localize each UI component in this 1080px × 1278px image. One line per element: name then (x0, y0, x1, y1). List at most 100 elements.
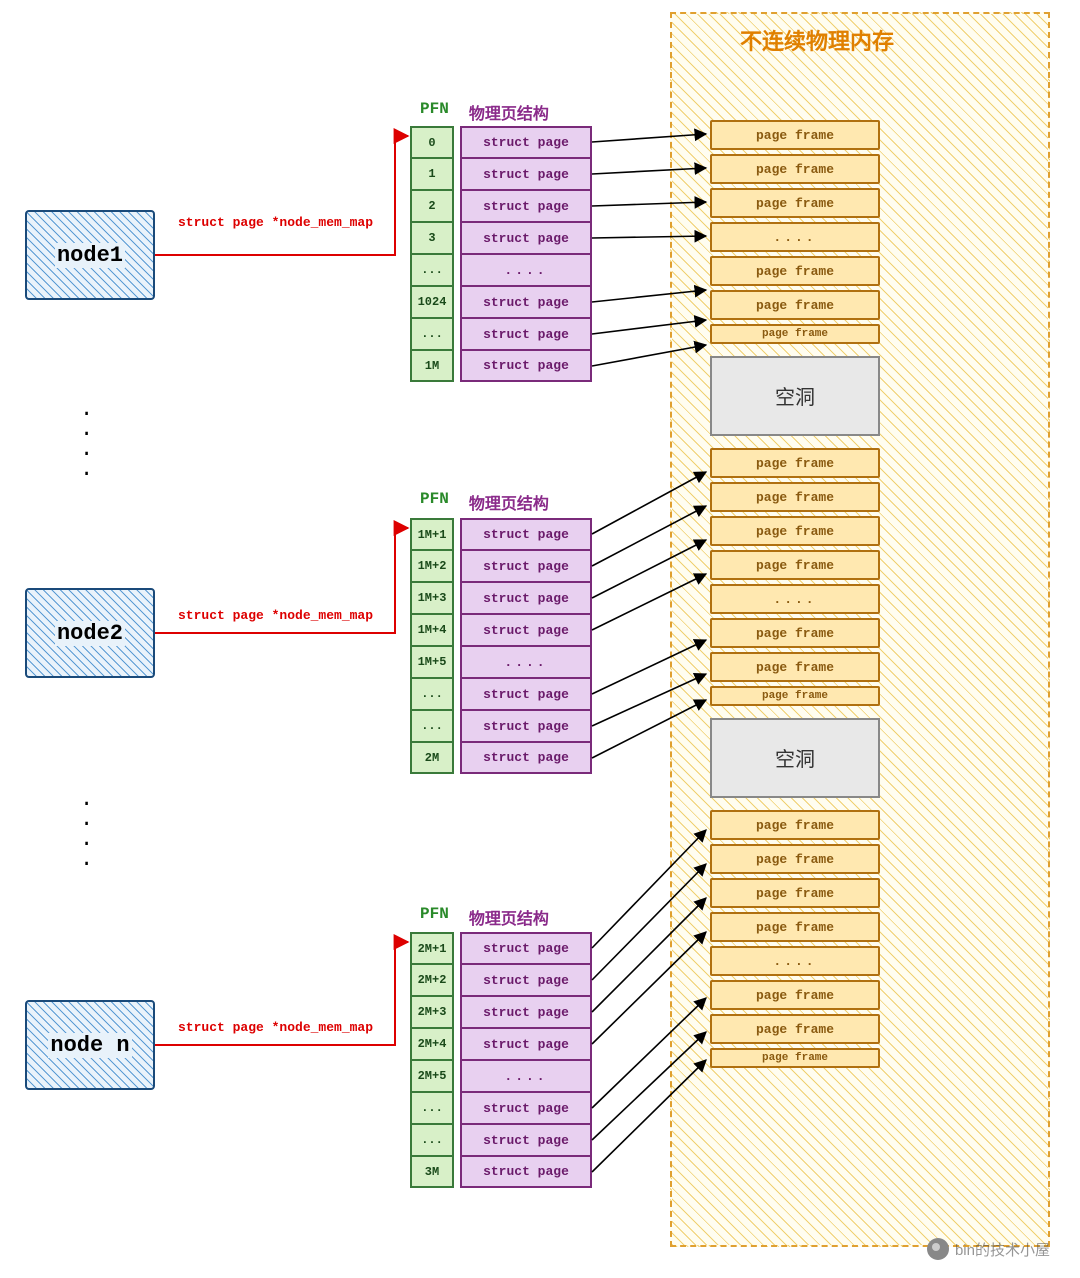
table-row: 1M+2struct page (410, 550, 592, 582)
struct-page-cell: struct page (460, 1092, 592, 1124)
table-row: 1M+1struct page (410, 518, 592, 550)
page-frame: page frame (710, 550, 880, 580)
node-label-1: node1 (55, 243, 125, 268)
struct-page-cell: struct page (460, 932, 592, 964)
struct-page-cell: .... (460, 254, 592, 286)
pfn-cell: 1 (410, 158, 454, 190)
table-row: 2Mstruct page (410, 742, 592, 774)
col-header-1: PFN 物理页结构 (420, 100, 549, 124)
pfn-header-2: PFN (420, 490, 449, 514)
table-row: 3struct page (410, 222, 592, 254)
table-row: 2struct page (410, 190, 592, 222)
pfn-cell: 1M+5 (410, 646, 454, 678)
pfn-cell: ... (410, 1092, 454, 1124)
struct-page-cell: struct page (460, 1124, 592, 1156)
phys-mem-column: page frame page frame page frame.... page f… (710, 120, 880, 1068)
page-frame: page frame (710, 290, 880, 320)
struct-page-cell: struct page (460, 350, 592, 382)
phys-header-3: 物理页结构 (469, 905, 549, 929)
struct-page-table-1: 0struct page1struct page2struct page3str… (410, 126, 592, 382)
table-row: ...struct page (410, 318, 592, 350)
pfn-cell: 2M+4 (410, 1028, 454, 1060)
memory-hole: 空洞 (710, 718, 880, 798)
table-row: 0struct page (410, 126, 592, 158)
page-frame: page frame (710, 652, 880, 682)
table-row: ...struct page (410, 1124, 592, 1156)
page-frame: page frame (710, 686, 880, 706)
table-row: 1M+5.... (410, 646, 592, 678)
table-row: 2M+5.... (410, 1060, 592, 1092)
table-row: 1Mstruct page (410, 350, 592, 382)
page-frame: page frame (710, 482, 880, 512)
page-frame: page frame (710, 912, 880, 942)
pfn-cell: 2M+5 (410, 1060, 454, 1092)
table-row: ...struct page (410, 710, 592, 742)
page-frame: page frame (710, 154, 880, 184)
ptr-label-2: struct page *node_mem_map (178, 608, 373, 623)
page-frame: page frame (710, 980, 880, 1010)
node-label-2: node2 (55, 621, 125, 646)
ptr-label-3: struct page *node_mem_map (178, 1020, 373, 1035)
pfn-header-3: PFN (420, 905, 449, 929)
struct-page-cell: struct page (460, 614, 592, 646)
pfn-cell: 2M+1 (410, 932, 454, 964)
table-row: 1024struct page (410, 286, 592, 318)
struct-page-cell: struct page (460, 1156, 592, 1188)
node-label-n: node n (48, 1033, 131, 1058)
struct-page-cell: struct page (460, 1028, 592, 1060)
page-frame: page frame (710, 188, 880, 218)
struct-page-cell: struct page (460, 742, 592, 774)
pfn-cell: ... (410, 1124, 454, 1156)
mem-title: 不连续物理内存 (740, 24, 894, 56)
page-frame: page frame (710, 1014, 880, 1044)
struct-page-cell: struct page (460, 222, 592, 254)
page-frame: page frame (710, 618, 880, 648)
struct-page-cell: struct page (460, 286, 592, 318)
page-frame: page frame (710, 878, 880, 908)
wechat-icon (927, 1238, 949, 1260)
struct-page-table-2: 1M+1struct page1M+2struct page1M+3struct… (410, 518, 592, 774)
watermark: bin的技术小屋 (927, 1238, 1050, 1260)
page-frame: .... (710, 946, 880, 976)
pfn-cell: 2M+2 (410, 964, 454, 996)
phys-header-1: 物理页结构 (469, 100, 549, 124)
struct-page-cell: struct page (460, 126, 592, 158)
struct-page-cell: struct page (460, 518, 592, 550)
col-header-3: PFN 物理页结构 (420, 905, 549, 929)
struct-page-cell: .... (460, 646, 592, 678)
watermark-text: bin的技术小屋 (955, 1239, 1050, 1260)
phys-header-2: 物理页结构 (469, 490, 549, 514)
page-frame: .... (710, 222, 880, 252)
page-frame: page frame (710, 448, 880, 478)
memory-hole: 空洞 (710, 356, 880, 436)
pfn-cell: 2 (410, 190, 454, 222)
table-row: ....... (410, 254, 592, 286)
struct-page-cell: struct page (460, 550, 592, 582)
pfn-cell: 2M+3 (410, 996, 454, 1028)
struct-page-cell: struct page (460, 318, 592, 350)
node-box-2: node2 (25, 588, 155, 678)
vdots-2: .... (80, 790, 93, 870)
page-frame: .... (710, 584, 880, 614)
struct-page-cell: struct page (460, 710, 592, 742)
col-header-2: PFN 物理页结构 (420, 490, 549, 514)
pfn-cell: ... (410, 318, 454, 350)
pfn-cell: 2M (410, 742, 454, 774)
ptr-label-1: struct page *node_mem_map (178, 215, 373, 230)
struct-page-cell: struct page (460, 190, 592, 222)
node-box-1: node1 (25, 210, 155, 300)
page-frame: page frame (710, 324, 880, 344)
vdots-1: .... (80, 400, 93, 480)
table-row: 2M+4struct page (410, 1028, 592, 1060)
table-row: ...struct page (410, 1092, 592, 1124)
page-frame: page frame (710, 844, 880, 874)
struct-page-cell: .... (460, 1060, 592, 1092)
page-frame: page frame (710, 1048, 880, 1068)
table-row: 2M+1struct page (410, 932, 592, 964)
struct-page-cell: struct page (460, 158, 592, 190)
table-row: 3Mstruct page (410, 1156, 592, 1188)
page-frame: page frame (710, 256, 880, 286)
table-row: ...struct page (410, 678, 592, 710)
table-row: 1struct page (410, 158, 592, 190)
table-row: 1M+3struct page (410, 582, 592, 614)
